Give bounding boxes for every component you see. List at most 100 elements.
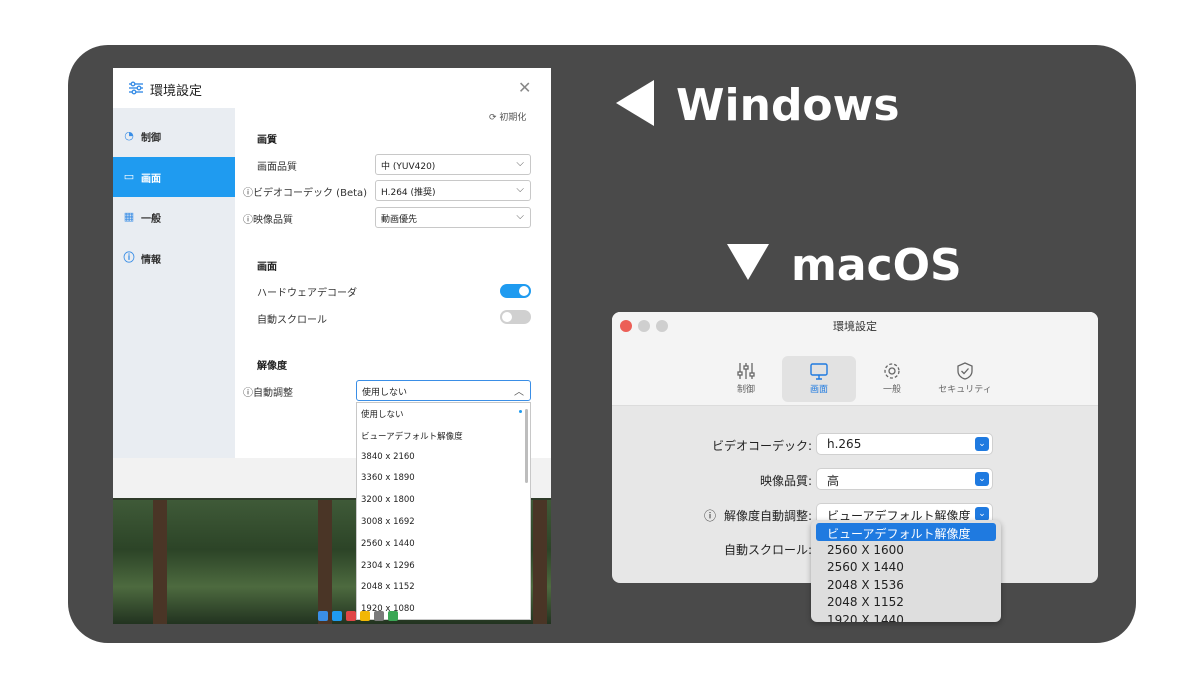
auto-scroll-toggle[interactable] bbox=[500, 310, 531, 324]
label-text: 解像度自動調整: bbox=[723, 509, 812, 523]
tab-label: セキュリティ bbox=[938, 385, 992, 395]
hw-decoder-toggle[interactable] bbox=[500, 284, 531, 298]
tab-control[interactable]: 制御 bbox=[709, 356, 783, 402]
monitor-icon: ▭ bbox=[123, 170, 135, 183]
reset-label: 初期化 bbox=[499, 113, 527, 123]
close-icon[interactable]: ✕ bbox=[518, 78, 531, 97]
sidebar-item-general[interactable]: ▦ 一般 bbox=[113, 197, 235, 237]
taskbar bbox=[318, 608, 548, 624]
video-quality-popup[interactable]: 高 ⌄ bbox=[817, 469, 992, 489]
option-label: ビューアデフォルト解像度 bbox=[361, 431, 463, 442]
tab-security[interactable]: セキュリティ bbox=[928, 356, 1002, 402]
taskbar-app-icon[interactable] bbox=[318, 611, 328, 621]
section-quality: 画質 bbox=[257, 135, 277, 146]
tab-label: 画面 bbox=[809, 385, 828, 395]
window-title: 環境設定 bbox=[833, 320, 877, 333]
dropdown-option[interactable]: 使用しない bbox=[357, 403, 530, 425]
video-quality-select[interactable]: 動画優先 ⌵ bbox=[375, 207, 531, 228]
auto-scroll-label: 自動スクロール: bbox=[723, 543, 812, 557]
chevron-down-icon: ⌵ bbox=[516, 158, 524, 169]
select-value: 使用しない bbox=[362, 388, 408, 398]
taskbar-app-icon[interactable] bbox=[388, 611, 398, 621]
chevron-down-icon: ⌄ bbox=[975, 507, 989, 521]
image-quality-label: 画面品質 bbox=[257, 162, 297, 173]
auto-scroll-label: 自動スクロール bbox=[257, 315, 327, 326]
refresh-icon: ⟳ bbox=[489, 113, 497, 123]
selected-dot-icon bbox=[519, 410, 522, 413]
toggle-knob bbox=[519, 286, 529, 296]
toolbar: 環境設定 制御 画面 一般 セキュリティ bbox=[612, 312, 1098, 406]
sidebar-item-control[interactable]: ◔ 制御 bbox=[113, 116, 235, 156]
gear-icon bbox=[884, 363, 900, 379]
toggle-knob bbox=[502, 312, 512, 322]
option-label: 使用しない bbox=[361, 410, 404, 420]
taskbar-app-icon[interactable] bbox=[332, 611, 342, 621]
option-label: 2048 x 1152 bbox=[361, 582, 415, 593]
option-label: 2304 x 1296 bbox=[361, 560, 415, 571]
dropdown-option[interactable]: 3200 x 1800 bbox=[357, 490, 530, 512]
chevron-down-icon: ⌵ bbox=[516, 211, 524, 222]
menu-option[interactable]: 1920 X 1440 bbox=[811, 611, 1001, 622]
option-label: 3008 x 1692 bbox=[361, 516, 415, 527]
label-text: 映像品質 bbox=[253, 215, 293, 226]
info-icon: ⓘ bbox=[243, 388, 253, 399]
info-icon: ⓘ bbox=[243, 215, 253, 226]
sidebar-item-screen[interactable]: ▭ 画面 bbox=[113, 157, 235, 197]
menu-option[interactable]: 2560 X 1600 bbox=[811, 541, 1001, 559]
heading-text: macOS bbox=[791, 240, 962, 291]
sidebar-item-label: 情報 bbox=[141, 254, 161, 266]
select-value: 動画優先 bbox=[381, 215, 418, 225]
taskbar-app-icon[interactable] bbox=[360, 611, 370, 621]
dropdown-option[interactable]: 3008 x 1692 bbox=[357, 512, 530, 534]
menu-option[interactable]: 2560 X 1440 bbox=[811, 558, 1001, 576]
resolution-popup-menu: ビューアデフォルト解像度 2560 X 1600 2560 X 1440 204… bbox=[811, 520, 1001, 622]
image-quality-select[interactable]: 中 (YUV420) ⌵ bbox=[375, 154, 531, 175]
dropdown-option[interactable]: 2560 x 1440 bbox=[357, 534, 530, 556]
option-label: 3360 x 1890 bbox=[361, 473, 415, 484]
settings-sliders-icon bbox=[129, 81, 143, 95]
tab-label: 一般 bbox=[882, 385, 901, 395]
down-arrow-icon bbox=[727, 244, 769, 280]
video-quality-label: ⓘ映像品質 bbox=[243, 211, 293, 226]
windows-heading: Windows bbox=[616, 80, 900, 131]
tab-general[interactable]: 一般 bbox=[855, 356, 929, 402]
sidebar-item-info[interactable]: ⓘ 情報 bbox=[113, 238, 235, 278]
dropdown-option[interactable]: 2304 x 1296 bbox=[357, 556, 530, 578]
sidebar-item-label: 画面 bbox=[141, 173, 161, 185]
dropdown-option[interactable]: 2048 x 1152 bbox=[357, 577, 530, 599]
left-arrow-icon bbox=[616, 80, 654, 126]
taskbar-app-icon[interactable] bbox=[346, 611, 356, 621]
video-quality-label: 映像品質: bbox=[759, 474, 812, 488]
menu-option-selected[interactable]: ビューアデフォルト解像度 bbox=[816, 523, 996, 541]
sidebar-item-label: 一般 bbox=[141, 213, 161, 225]
option-label: 3840 x 2160 bbox=[361, 451, 415, 462]
taskbar-app-icon[interactable] bbox=[374, 611, 384, 621]
video-codec-popup[interactable]: h.265 ⌄ bbox=[817, 434, 992, 454]
title-bar: 環境設定 ✕ bbox=[113, 68, 551, 108]
display-icon bbox=[810, 363, 828, 380]
hw-decoder-label: ハードウェアデコーダ bbox=[257, 288, 357, 299]
resolution-dropdown: 使用しない ビューアデフォルト解像度 3840 x 2160 3360 x 18… bbox=[356, 402, 531, 620]
video-codec-select[interactable]: H.264 (推奨) ⌵ bbox=[375, 180, 531, 201]
windows-screenshot: 環境設定 ✕ ◔ 制御 ▭ 画面 ▦ 一般 ⓘ 情報 ⟳ 初期化 画質 画面品質… bbox=[113, 68, 551, 624]
reset-button[interactable]: ⟳ 初期化 bbox=[489, 110, 526, 123]
dropdown-option[interactable]: 3360 x 1890 bbox=[357, 468, 530, 490]
menu-option[interactable]: 2048 X 1536 bbox=[811, 576, 1001, 594]
sidebar: ◔ 制御 ▭ 画面 ▦ 一般 ⓘ 情報 bbox=[113, 108, 235, 458]
shield-check-icon bbox=[957, 362, 973, 380]
dropdown-option[interactable]: ビューアデフォルト解像度 bbox=[357, 425, 530, 447]
heading-text: Windows bbox=[676, 80, 900, 131]
section-resolution: 解像度 bbox=[257, 361, 287, 372]
select-value: h.265 bbox=[827, 437, 862, 451]
info-icon: ⓘ bbox=[703, 509, 716, 523]
grid-icon: ▦ bbox=[123, 210, 135, 223]
macos-heading: macOS bbox=[727, 240, 962, 291]
chevron-down-icon: ⌵ bbox=[516, 184, 524, 195]
auto-adjust-select[interactable]: 使用しない ︿ bbox=[356, 380, 531, 401]
option-label: 2560 x 1440 bbox=[361, 538, 415, 549]
tab-label: 制御 bbox=[736, 385, 755, 395]
menu-option[interactable]: 2048 X 1152 bbox=[811, 593, 1001, 611]
dropdown-option[interactable]: 3840 x 2160 bbox=[357, 447, 530, 469]
tab-screen[interactable]: 画面 bbox=[782, 356, 856, 402]
label-text: 自動調整 bbox=[253, 388, 293, 399]
